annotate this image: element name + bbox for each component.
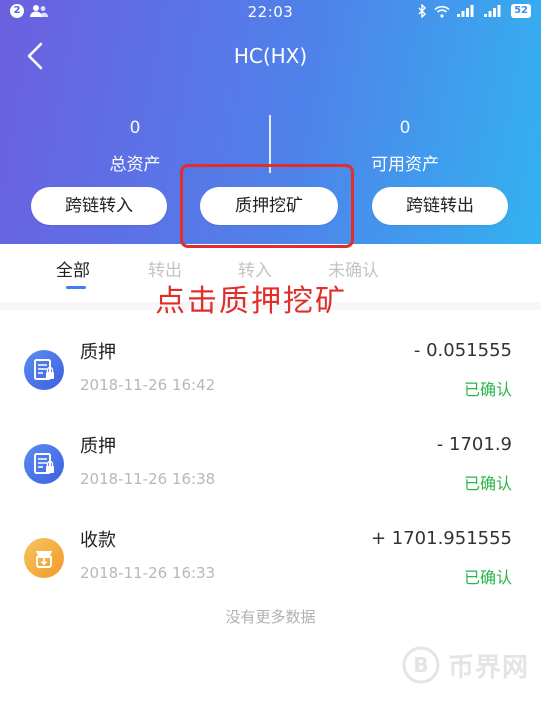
battery-indicator: 52 xyxy=(511,4,531,18)
page-title: HC(HX) xyxy=(233,44,308,68)
total-assets-value: 0 xyxy=(129,118,141,138)
stake-icon xyxy=(24,350,64,390)
watermark-text: 币界网 xyxy=(447,652,529,683)
transaction-row[interactable]: 质押 - 0.051555 2018-11-26 16:42 已确认 xyxy=(0,328,541,418)
transaction-time: 2018-11-26 16:42 xyxy=(80,376,216,394)
stake-mining-highlight xyxy=(180,164,354,248)
transaction-amount: - 0.051555 xyxy=(413,340,512,361)
transaction-amount: - 1701.9 xyxy=(436,434,512,455)
transaction-status: 已确认 xyxy=(463,568,512,587)
transaction-status: 已确认 xyxy=(463,474,512,493)
transaction-type: 质押 xyxy=(80,436,116,457)
transaction-time: 2018-11-26 16:33 xyxy=(80,564,216,582)
bluetooth-icon xyxy=(418,4,427,18)
receive-icon xyxy=(24,538,64,578)
transaction-amount: + 1701.951555 xyxy=(370,528,512,549)
no-more-data-label: 没有更多数据 xyxy=(225,608,316,626)
transaction-row[interactable]: 收款 + 1701.951555 2018-11-26 16:33 已确认 xyxy=(0,516,541,606)
cross-chain-in-button[interactable]: 跨链转入 xyxy=(31,187,167,225)
signal-icon-2 xyxy=(484,5,501,17)
available-assets-value: 0 xyxy=(399,118,411,138)
transaction-time: 2018-11-26 16:38 xyxy=(80,470,216,488)
bitcoin-logo-icon: B xyxy=(402,646,440,684)
svg-text:B: B xyxy=(413,653,428,677)
wifi-icon xyxy=(434,5,450,18)
instruction-annotation: 点击质押挖矿 xyxy=(155,284,347,319)
status-bar: 2 22:03 52 xyxy=(0,0,541,26)
stake-icon xyxy=(24,444,64,484)
watermark: B 币界网 xyxy=(402,646,529,684)
signal-icon xyxy=(457,5,474,17)
transaction-row[interactable]: 质押 - 1701.9 2018-11-26 16:38 已确认 xyxy=(0,422,541,512)
tab-all[interactable]: 全部 xyxy=(56,256,90,281)
transaction-type: 收款 xyxy=(80,530,116,551)
tab-active-indicator xyxy=(66,286,86,289)
transaction-type: 质押 xyxy=(80,342,116,363)
transaction-status: 已确认 xyxy=(463,380,512,399)
cross-chain-out-button[interactable]: 跨链转出 xyxy=(372,187,508,225)
